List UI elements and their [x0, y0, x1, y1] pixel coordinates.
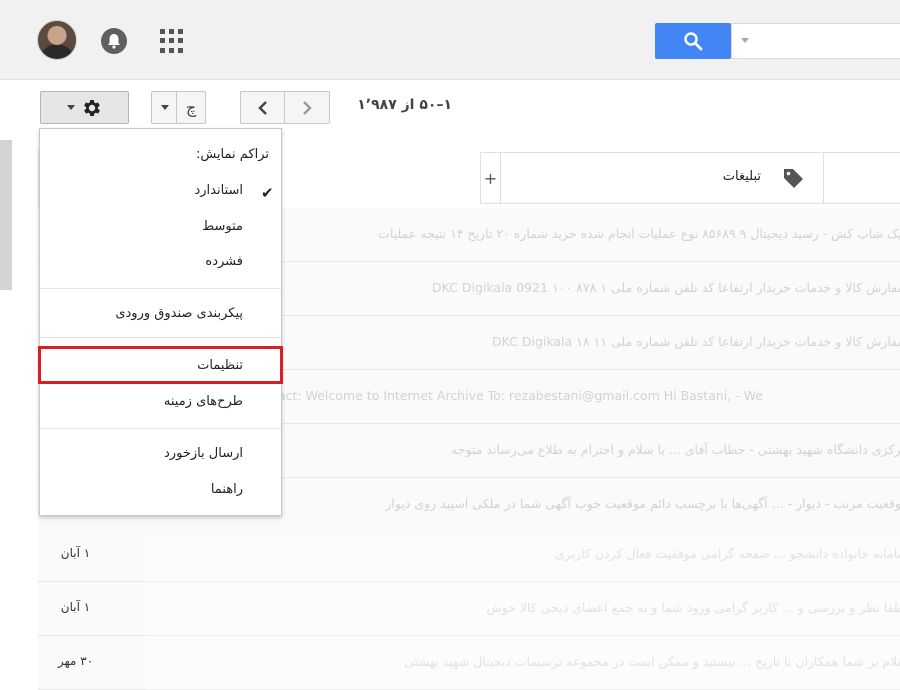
notifications-bell-icon[interactable]: [100, 27, 128, 55]
message-date: ۳۰ مهر: [57, 654, 94, 668]
chevron-right-icon: [303, 100, 312, 115]
settings-menu: تراکم نمایش: ✔ استاندارد متوسط فشرده پیک…: [39, 128, 282, 516]
chevron-down-icon: [160, 105, 169, 110]
gear-icon: [83, 99, 100, 116]
settings-highlight-box: [38, 346, 283, 384]
menu-item-themes[interactable]: طرح‌های زمینه: [164, 394, 243, 409]
menu-divider: [40, 337, 281, 338]
search-button[interactable]: [655, 23, 731, 59]
message-date: ۱ آبان: [60, 600, 91, 614]
chevron-down-icon: [66, 105, 75, 110]
menu-divider: [40, 428, 281, 429]
tab-promotions-label: تبلیغات: [722, 169, 761, 184]
menu-item-configure-inbox[interactable]: پیکربندی صندوق ورودی: [115, 306, 243, 321]
add-tab-button[interactable]: +: [481, 153, 501, 203]
left-scrollbar[interactable]: [0, 140, 12, 290]
checkmark-icon: ✔: [261, 184, 274, 202]
message-snippet: act: Welcome to Internet Archive To: rez…: [278, 388, 764, 403]
tag-icon: [784, 169, 803, 188]
density-heading: تراکم نمایش:: [195, 147, 269, 162]
menu-item-density-standard[interactable]: استاندارد: [194, 183, 243, 198]
menu-divider: [40, 288, 281, 289]
tab-promotions[interactable]: تبلیغات: [501, 153, 824, 203]
apps-grid-icon[interactable]: [160, 29, 184, 53]
pagination-count: ۱–۵۰ از ۱٬۹۸۷: [357, 97, 452, 113]
select-dropdown-button[interactable]: [151, 91, 177, 124]
top-bar: [0, 0, 900, 80]
menu-item-density-medium[interactable]: متوسط: [202, 219, 243, 234]
message-date: ۱ آبان: [60, 546, 91, 560]
category-tabs: + تبلیغات: [480, 152, 900, 204]
menu-item-help[interactable]: راهنما: [211, 482, 243, 497]
search-icon: [684, 32, 703, 51]
older-page-button[interactable]: [285, 91, 330, 124]
chevron-left-icon: [257, 100, 267, 115]
account-avatar[interactable]: [37, 20, 77, 60]
search-input[interactable]: [731, 23, 900, 59]
newer-page-button[interactable]: [240, 91, 285, 124]
faded-overlay: [145, 540, 900, 690]
settings-gear-button[interactable]: [40, 91, 129, 124]
menu-item-send-feedback[interactable]: ارسال بازخورد: [164, 446, 243, 461]
search-options-caret-icon[interactable]: [741, 38, 749, 43]
refresh-button[interactable]: چ: [176, 91, 206, 124]
menu-item-density-compact[interactable]: فشرده: [205, 254, 243, 269]
